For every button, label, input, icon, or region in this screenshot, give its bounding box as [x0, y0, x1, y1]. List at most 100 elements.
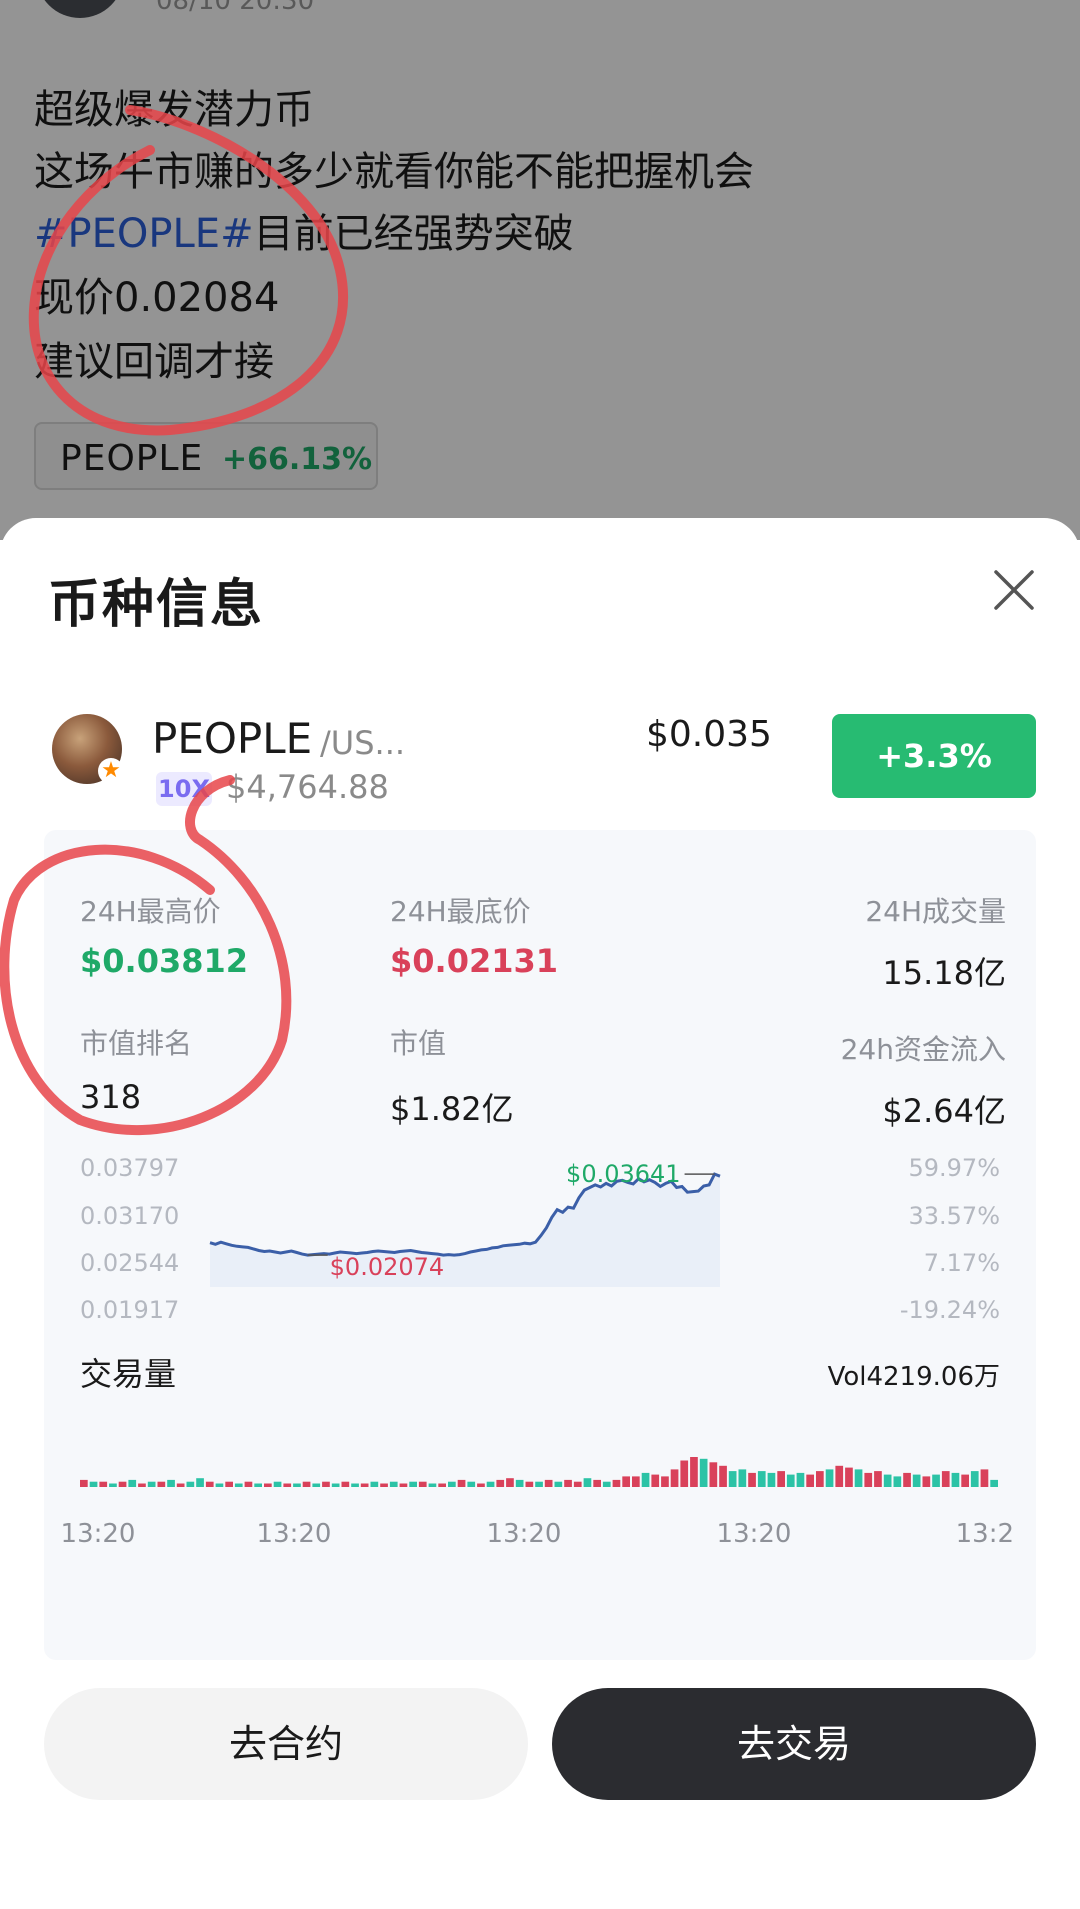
volume-bar	[825, 1469, 834, 1487]
x-tick-label: 13:20	[257, 1519, 332, 1549]
volume-bar	[234, 1483, 243, 1487]
volume-bar	[709, 1462, 718, 1487]
volume-bar	[196, 1478, 204, 1487]
volume-bar	[573, 1481, 582, 1487]
volume-bar	[477, 1483, 485, 1487]
volume-bar	[622, 1476, 630, 1487]
volume-bar	[554, 1481, 563, 1487]
y-tick-right: 59.97%	[908, 1154, 1000, 1182]
y-tick-right: -19.24%	[900, 1296, 1000, 1324]
close-icon[interactable]	[986, 562, 1042, 618]
volume-bar	[215, 1483, 224, 1487]
volume-bar	[593, 1479, 601, 1487]
volume-bar	[912, 1474, 921, 1487]
x-tick-label: 13:20	[717, 1519, 792, 1549]
volume-bar	[835, 1465, 844, 1487]
volume-bar	[932, 1474, 940, 1487]
volume-bar	[99, 1481, 108, 1487]
sheet-title: 币种信息	[48, 575, 265, 635]
volume-bar	[448, 1481, 456, 1487]
volume-bar	[816, 1471, 824, 1487]
volume-bar	[496, 1479, 505, 1487]
volume-bar	[719, 1465, 727, 1487]
volume-bar	[941, 1471, 950, 1487]
volume-bar	[331, 1483, 340, 1487]
price-change-badge[interactable]: +3.3%	[832, 714, 1036, 798]
volume-bar	[864, 1472, 873, 1487]
volume-bar	[157, 1481, 166, 1487]
volume-bar	[176, 1483, 185, 1487]
coin-info-sheet: 币种信息 ★ PEOPLE /US... 10X $4,764.88 $0.03…	[0, 518, 1080, 1909]
volume-bar	[961, 1474, 969, 1487]
volume-bar	[786, 1474, 795, 1487]
volume-bar	[370, 1481, 379, 1487]
volume-bar	[515, 1479, 524, 1487]
go-trade-button[interactable]: 去交易	[552, 1688, 1036, 1800]
volume-bar	[922, 1476, 931, 1487]
volume-bar	[641, 1472, 650, 1487]
volume-bar	[680, 1460, 689, 1487]
x-tick-label: 13:20	[61, 1519, 136, 1549]
volume-bar	[341, 1481, 350, 1487]
high-marker-label: $0.03641	[566, 1160, 681, 1188]
volume-bar	[409, 1481, 417, 1487]
modal-backdrop[interactable]	[0, 0, 1080, 540]
coin-market-cap: $4,764.88	[226, 768, 389, 806]
volume-bar	[128, 1479, 137, 1487]
coin-pair: /US...	[320, 724, 406, 762]
volume-bar	[845, 1467, 853, 1487]
volume-bar	[399, 1483, 408, 1487]
volume-bar	[670, 1469, 679, 1487]
volume-bar	[990, 1479, 998, 1487]
y-tick-left: 0.03797	[80, 1154, 179, 1182]
volume-bar	[389, 1481, 398, 1487]
volume-bar	[728, 1471, 737, 1487]
volume-bar	[80, 1479, 88, 1487]
volume-bar	[244, 1481, 253, 1487]
y-tick-left: 0.03170	[80, 1202, 179, 1230]
volume-bar	[535, 1481, 543, 1487]
volume-title: 交易量	[80, 1355, 176, 1393]
stats-card: 24H最高价 $0.03812 24H最底价 $0.02131 24H成交量 1…	[44, 830, 1036, 1660]
volume-bar	[360, 1483, 369, 1487]
volume-bar	[205, 1481, 214, 1487]
volume-bar	[738, 1469, 747, 1487]
volume-bar	[883, 1474, 892, 1487]
star-icon: ★	[98, 758, 124, 784]
volume-bar	[312, 1483, 321, 1487]
volume-bar	[651, 1474, 660, 1487]
volume-bar	[467, 1481, 476, 1487]
volume-bar	[89, 1481, 98, 1487]
volume-bar	[486, 1481, 495, 1487]
low-marker-label: $0.02074	[330, 1253, 445, 1281]
coin-price: $0.035	[646, 714, 772, 755]
price-chart[interactable]: 0.03797 0.03170 0.02544 0.01917 59.97% 33.57%…	[44, 830, 1036, 1660]
volume-bar	[147, 1481, 156, 1487]
volume-bar	[980, 1469, 989, 1487]
volume-bar	[380, 1483, 388, 1487]
volume-bar	[186, 1481, 195, 1487]
volume-bar	[970, 1471, 979, 1487]
volume-bar	[602, 1481, 611, 1487]
volume-bar	[293, 1483, 301, 1487]
volume-bar	[903, 1472, 911, 1487]
go-contract-button[interactable]: 去合约	[44, 1688, 528, 1800]
volume-bar	[118, 1481, 127, 1487]
volume-bar	[457, 1479, 466, 1487]
price-area	[210, 1174, 720, 1287]
leverage-badge: 10X	[156, 772, 212, 806]
volume-bar	[854, 1469, 863, 1487]
volume-bar	[661, 1476, 669, 1487]
volume-bar	[767, 1472, 776, 1487]
x-tick-label: 13:2	[956, 1519, 1014, 1549]
volume-bar	[748, 1472, 756, 1487]
volume-bar	[612, 1479, 621, 1487]
volume-bar	[525, 1481, 534, 1487]
volume-bar	[544, 1479, 553, 1487]
volume-bar	[302, 1481, 311, 1487]
y-tick-left: 0.02544	[80, 1249, 179, 1277]
volume-bar	[109, 1483, 117, 1487]
volume-bar	[564, 1479, 572, 1487]
volume-bar	[273, 1481, 282, 1487]
volume-bar	[757, 1471, 766, 1487]
